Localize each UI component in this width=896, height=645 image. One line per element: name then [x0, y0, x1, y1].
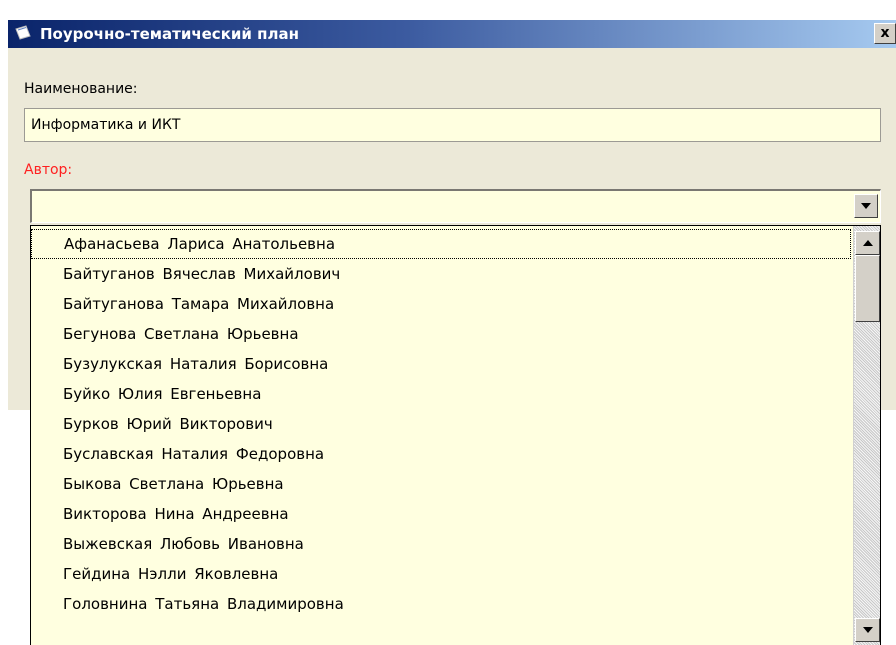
author-list-item[interactable]: Буйко Юлия Евгеньевна [31, 379, 851, 409]
author-list-item[interactable]: Гейдина Нэлли Яковлевна [31, 559, 851, 589]
author-dropdown-button[interactable] [854, 194, 878, 218]
author-list-item[interactable]: Афанасьева Лариса Анатольевна [31, 229, 851, 259]
name-label: Наименование: [24, 81, 138, 97]
author-dropdown-list[interactable]: Афанасьева Лариса Анатольевна Байтуганов … [30, 225, 881, 645]
author-list-item[interactable]: Викторова Нина Андреевна [31, 499, 851, 529]
author-list-item[interactable]: Бузулукская Наталия Борисовна [31, 349, 851, 379]
notebook-icon [15, 25, 31, 40]
author-list-item[interactable]: Байтуганова Тамара Михайловна [31, 289, 851, 319]
author-list-item[interactable]: Бурков Юрий Викторович [31, 409, 851, 439]
author-list-item[interactable]: Головнина Татьяна Владимировна [31, 589, 851, 619]
close-button[interactable]: x [874, 23, 896, 44]
author-list-item[interactable]: Быкова Светлана Юрьевна [31, 469, 851, 499]
scroll-thumb[interactable] [855, 255, 880, 322]
author-combobox[interactable] [30, 189, 881, 223]
author-list-item[interactable]: Буславская Наталия Федоровна [31, 439, 851, 469]
author-list: Афанасьева Лариса Анатольевна Байтуганов … [31, 226, 853, 645]
scroll-down-button[interactable] [855, 618, 880, 642]
author-list-item[interactable]: Выжевская Любовь Ивановна [31, 529, 851, 559]
chevron-down-icon [861, 203, 871, 209]
arrow-down-icon [863, 627, 873, 633]
author-label: Автор: [24, 162, 73, 178]
name-field[interactable]: Информатика и ИКТ [24, 108, 881, 142]
vertical-scrollbar[interactable] [853, 226, 880, 645]
author-list-item[interactable]: Байтуганов Вячеслав Михайлович [31, 259, 851, 289]
title-bar[interactable]: Поурочно-тематический план x [8, 20, 896, 48]
scroll-up-button[interactable] [855, 231, 880, 255]
dialog-window: Поурочно-тематический план x Наименовани… [0, 0, 896, 645]
arrow-up-icon [863, 240, 873, 246]
window-title: Поурочно-тематический план [40, 25, 299, 43]
author-list-item[interactable]: Бегунова Светлана Юрьевна [31, 319, 851, 349]
